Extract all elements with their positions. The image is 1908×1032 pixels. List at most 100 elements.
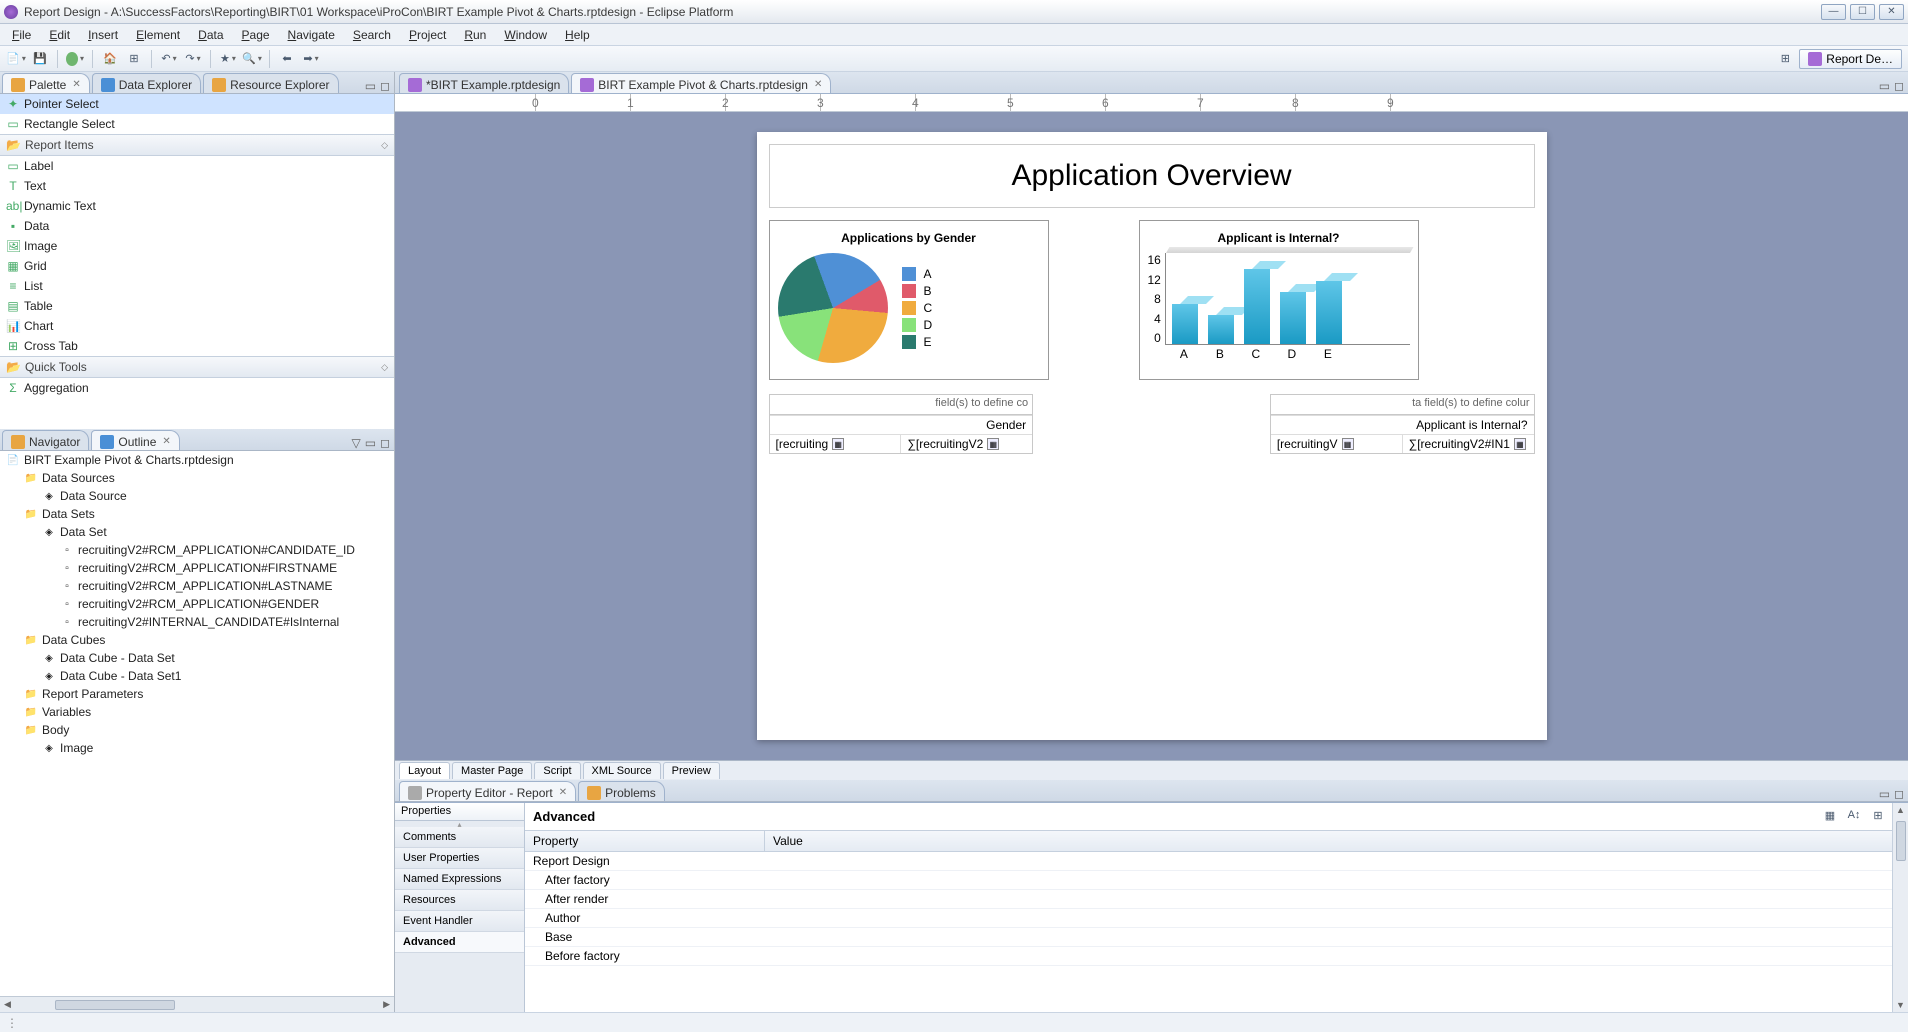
property-value[interactable] [765, 871, 1892, 889]
menu-run[interactable]: Run [456, 26, 494, 44]
tab-problems[interactable]: Problems [578, 781, 665, 801]
maximize-button[interactable]: ☐ [1850, 4, 1875, 20]
design-canvas[interactable]: Application Overview Applications by Gen… [395, 112, 1908, 760]
scroll-up-arrow[interactable]: ▲ [1896, 803, 1905, 817]
property-value[interactable] [765, 890, 1892, 908]
property-value[interactable] [765, 947, 1892, 965]
outline-node[interactable]: ▫recruitingV2#RCM_APPLICATION#CANDIDATE_… [0, 541, 394, 559]
outline-node[interactable]: ◈Data Set [0, 523, 394, 541]
crosstab-internal[interactable]: ta field(s) to define colur Applicant is… [1270, 394, 1535, 454]
scroll-right-arrow[interactable]: ▶ [379, 999, 394, 1010]
search-button[interactable]: 🔍 [242, 49, 262, 69]
view-menu-icon[interactable]: ▽ [351, 436, 360, 450]
outline-hscroll[interactable]: ◀ ▶ [0, 996, 394, 1012]
menu-help[interactable]: Help [557, 26, 598, 44]
menu-page[interactable]: Page [234, 26, 278, 44]
menu-insert[interactable]: Insert [80, 26, 126, 44]
tab-palette[interactable]: Palette ✕ [2, 73, 90, 93]
editor-mode-tab-master-page[interactable]: Master Page [452, 762, 532, 779]
categorize-button[interactable]: ⊞ [1868, 805, 1888, 825]
palette-item-list[interactable]: ≡List [0, 276, 394, 296]
menu-project[interactable]: Project [401, 26, 454, 44]
editor-mode-tab-xml-source[interactable]: XML Source [583, 762, 661, 779]
collapse-icon[interactable]: ◇ [381, 140, 388, 151]
editor-mode-tab-preview[interactable]: Preview [663, 762, 720, 779]
pivot-measure-binding[interactable]: ∑[recruitingV2▦ [900, 434, 1032, 453]
close-icon[interactable]: ✕ [814, 79, 822, 90]
scroll-left-arrow[interactable]: ◀ [0, 999, 15, 1010]
property-subtab-properties[interactable]: Properties [395, 803, 524, 821]
palette-item-data[interactable]: ▪Data [0, 216, 394, 236]
menu-navigate[interactable]: Navigate [280, 26, 343, 44]
minimize-button[interactable]: — [1821, 4, 1846, 20]
perspective-report-design[interactable]: Report De… [1799, 49, 1902, 69]
menu-data[interactable]: Data [190, 26, 231, 44]
outline-node[interactable]: 📁Data Sets [0, 505, 394, 523]
maximize-view-icon[interactable]: ◻ [380, 436, 390, 450]
outline-node[interactable]: ▫recruitingV2#RCM_APPLICATION#GENDER [0, 595, 394, 613]
minimize-view-icon[interactable]: ▭ [1879, 787, 1890, 801]
menu-search[interactable]: Search [345, 26, 399, 44]
palette-item-grid[interactable]: ▦Grid [0, 256, 394, 276]
outline-node[interactable]: ◈Data Source [0, 487, 394, 505]
palette-aggregation[interactable]: Σ Aggregation [0, 378, 394, 398]
palette-item-image[interactable]: 🖼Image [0, 236, 394, 256]
property-row[interactable]: Before factory [525, 947, 1892, 966]
property-category-event-handler[interactable]: Event Handler [395, 911, 524, 932]
palette-rectangle-select[interactable]: ▭ Rectangle Select [0, 114, 394, 134]
editor-tab-0[interactable]: *BIRT Example.rptdesign [399, 73, 569, 93]
palette-item-dynamic-text[interactable]: ab|Dynamic Text [0, 196, 394, 216]
editor-mode-tab-layout[interactable]: Layout [399, 762, 450, 779]
chart-applicant-internal[interactable]: Applicant is Internal? 1612840 ABCDE [1139, 220, 1419, 380]
close-icon[interactable]: ✕ [162, 436, 170, 447]
outline-node[interactable]: ▫recruitingV2#INTERNAL_CANDIDATE#IsInter… [0, 613, 394, 631]
editor-mode-tab-script[interactable]: Script [534, 762, 580, 779]
outline-node[interactable]: ◈Data Cube - Data Set [0, 649, 394, 667]
palette-item-text[interactable]: TText [0, 176, 394, 196]
crosstab-gender[interactable]: field(s) to define co Gender [recruiting… [769, 394, 1034, 454]
menu-element[interactable]: Element [128, 26, 188, 44]
palette-cat-quick-tools[interactable]: 📂 Quick Tools ◇ [0, 356, 394, 378]
new-button[interactable]: 📄 [6, 49, 26, 69]
pivot-measure-binding[interactable]: ∑[recruitingV2#IN1▦ [1402, 434, 1534, 453]
bookmark-button[interactable]: ★ [218, 49, 238, 69]
property-category-advanced[interactable]: Advanced [395, 932, 524, 953]
maximize-view-icon[interactable]: ◻ [380, 79, 390, 93]
alpha-sort-button[interactable]: A↕ [1844, 805, 1864, 825]
editor-tab-1[interactable]: BIRT Example Pivot & Charts.rptdesign ✕ [571, 73, 831, 93]
palette-item-label[interactable]: ▭Label [0, 156, 394, 176]
outline-node[interactable]: 📁Report Parameters [0, 685, 394, 703]
outline-node[interactable]: 📁Body [0, 721, 394, 739]
outline-node[interactable]: 📁Data Cubes [0, 631, 394, 649]
maximize-icon[interactable]: ◻ [1894, 79, 1904, 93]
minimize-view-icon[interactable]: ▭ [365, 436, 376, 450]
property-row[interactable]: Report Design [525, 852, 1892, 871]
maximize-view-icon[interactable]: ◻ [1894, 787, 1904, 801]
outline-node[interactable]: ◈Image [0, 739, 394, 757]
toggle-button[interactable]: ⊞ [124, 49, 144, 69]
outline-node[interactable]: ▫recruitingV2#RCM_APPLICATION#FIRSTNAME [0, 559, 394, 577]
close-icon[interactable]: ✕ [72, 79, 80, 90]
scroll-thumb[interactable] [55, 1000, 175, 1010]
palette-cat-report-items[interactable]: 📂 Report Items ◇ [0, 134, 394, 156]
home-button[interactable]: 🏠 [100, 49, 120, 69]
scroll-thumb[interactable] [1896, 821, 1906, 861]
palette-pointer-select[interactable]: ✦ Pointer Select [0, 94, 394, 114]
tab-resource-explorer[interactable]: Resource Explorer [203, 73, 338, 93]
property-value[interactable] [765, 852, 1892, 870]
minimize-icon[interactable]: ▭ [1879, 79, 1890, 93]
tab-outline[interactable]: Outline ✕ [91, 430, 179, 450]
property-row[interactable]: Base [525, 928, 1892, 947]
menu-file[interactable]: File [4, 26, 39, 44]
close-icon[interactable]: ✕ [559, 787, 567, 798]
pivot-row-binding[interactable]: [recruitingV▦ [1271, 434, 1402, 453]
outline-node[interactable]: 📁Data Sources [0, 469, 394, 487]
property-row[interactable]: After render [525, 890, 1892, 909]
nav-fwd-button[interactable]: ↷ [183, 49, 203, 69]
outline-node[interactable]: 📁Variables [0, 703, 394, 721]
property-category-comments[interactable]: Comments [395, 827, 524, 848]
minimize-view-icon[interactable]: ▭ [365, 79, 376, 93]
property-row[interactable]: After factory [525, 871, 1892, 890]
outline-node[interactable]: ▫recruitingV2#RCM_APPLICATION#LASTNAME [0, 577, 394, 595]
menu-window[interactable]: Window [496, 26, 555, 44]
